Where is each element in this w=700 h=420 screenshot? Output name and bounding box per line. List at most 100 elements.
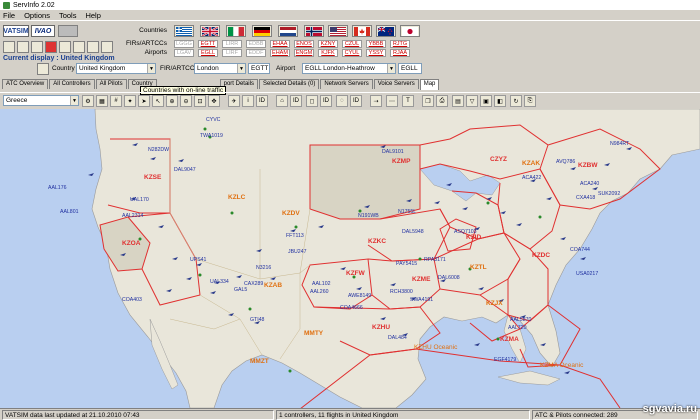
text-toggle-icon[interactable]: T — [402, 95, 414, 107]
map-view[interactable]: KZSE KZLC KZDV KZMP CZYZ KZBW KZOA KZAB … — [0, 109, 700, 408]
map-select-icon[interactable]: ↖ — [152, 95, 164, 107]
airport-code-button[interactable]: CYUL — [342, 49, 362, 57]
id-label-toggle-icon[interactable]: ID — [256, 95, 268, 107]
airport-code-button[interactable]: ENGM — [294, 49, 314, 57]
airport-code-button[interactable]: LGAV — [174, 49, 194, 57]
aircraft-id-toggle-icon[interactable]: i — [242, 95, 254, 107]
airport-code-button[interactable]: EDDF — [246, 49, 266, 57]
fir-code-button[interactable]: EDBB — [246, 40, 266, 48]
airport-code-button[interactable]: RJAA — [390, 49, 410, 57]
fir-code-button[interactable]: ENOS — [294, 40, 314, 48]
country-select[interactable]: United Kingdom ▼ — [76, 63, 156, 74]
flag-germany-button[interactable] — [252, 25, 272, 37]
fir-code-field[interactable]: EGTT — [248, 63, 270, 74]
tab-all-controllers[interactable]: All Controllers — [49, 79, 95, 89]
download-icon[interactable] — [17, 41, 29, 53]
kzmp-area — [310, 145, 420, 219]
map-print-icon[interactable]: ⎙ — [436, 95, 448, 107]
airport-code-button[interactable]: EHAM — [270, 49, 290, 57]
airport-code-button[interactable]: KJFK — [318, 49, 338, 57]
flag-usa-button[interactable] — [328, 25, 348, 37]
map-export-icon[interactable]: ⎘ — [524, 95, 536, 107]
aircraft-toggle-icon[interactable]: ✈ — [228, 95, 240, 107]
tab-all-pilots[interactable]: All Pilots — [95, 79, 127, 89]
menu-file[interactable]: File — [3, 11, 15, 20]
fir-code-button[interactable]: LIRR — [222, 40, 242, 48]
tab-voice-servers[interactable]: Voice Servers — [373, 79, 419, 89]
oceanic-label-kzma: KZMA Oceanic — [540, 362, 584, 369]
print-icon[interactable] — [87, 41, 99, 53]
tab-selected-details[interactable]: Selected Details (0) — [258, 79, 320, 89]
toolbar-top: VATSIM IVAO Countries FIRs/ARTCCs Airpor… — [0, 21, 700, 59]
airport-select-value: EGLL London-Heathrow — [305, 65, 375, 72]
airport-code-button[interactable]: LIRF — [222, 49, 242, 57]
tab-map[interactable]: Map — [419, 79, 440, 90]
airport-code-button[interactable]: YSSY — [366, 49, 386, 57]
fir-code-button[interactable]: CZUL — [342, 40, 362, 48]
map-pin-icon[interactable]: ✦ — [124, 95, 136, 107]
zoom-in-icon[interactable]: ⊕ — [166, 95, 178, 107]
chevron-down-icon[interactable]: ▼ — [147, 64, 155, 73]
menu-tools[interactable]: Tools — [59, 11, 77, 20]
flag-greece-button[interactable] — [174, 25, 194, 37]
zoom-out-icon[interactable]: ⊖ — [180, 95, 192, 107]
flag-italy-button[interactable] — [226, 25, 246, 37]
filter-icon[interactable] — [59, 41, 71, 53]
fir-select[interactable]: London ▼ — [194, 63, 246, 74]
flag-new-zealand-button[interactable] — [376, 25, 396, 37]
flag-norway-button[interactable] — [304, 25, 324, 37]
tab-atc-overview[interactable]: ATC Overview — [2, 79, 49, 89]
zoom-area-icon[interactable]: ⊡ — [194, 95, 206, 107]
map-filter-icon[interactable]: ▽ — [466, 95, 478, 107]
airport-code-button[interactable]: EGLL — [198, 49, 218, 57]
fir-code-button[interactable]: YBBB — [366, 40, 386, 48]
fir-code-button[interactable]: KZNY — [318, 40, 338, 48]
cuba — [497, 370, 561, 386]
map-fill-icon[interactable]: ▤ — [452, 95, 464, 107]
menu-options[interactable]: Options — [24, 11, 50, 20]
stop-icon[interactable] — [45, 41, 57, 53]
map-color-icon[interactable]: ▣ — [480, 95, 492, 107]
refresh-icon[interactable] — [3, 41, 15, 53]
map-region-select[interactable]: Greece ▼ — [3, 95, 79, 106]
vatsim-logo-button[interactable]: VATSIM — [3, 25, 29, 37]
flag-canada-button[interactable] — [352, 25, 372, 37]
route-toggle-icon[interactable]: ⇢ — [370, 95, 382, 107]
fir-border-toggle-icon[interactable]: ◻ — [306, 95, 318, 107]
status-bar: VATSIM data last updated at 21.10.2010 0… — [0, 408, 700, 420]
map-refresh-icon[interactable]: ↻ — [510, 95, 522, 107]
atc-id-toggle-icon[interactable]: ID — [290, 95, 302, 107]
map-pointer-icon[interactable]: ➤ — [138, 95, 150, 107]
fir-code-button[interactable]: EGTT — [198, 40, 218, 48]
flag-japan-button[interactable] — [400, 25, 420, 37]
map-settings-icon[interactable]: ⚙ — [82, 95, 94, 107]
fir-code-button[interactable]: RJTG — [390, 40, 410, 48]
map-layers-icon[interactable]: ▦ — [96, 95, 108, 107]
tab-network-servers[interactable]: Network Servers — [320, 79, 373, 89]
fir-code-button[interactable]: EHAA — [270, 40, 290, 48]
map-copy-icon[interactable]: ❐ — [422, 95, 434, 107]
airport-code-field[interactable]: EGLL — [398, 63, 422, 74]
chevron-down-icon[interactable]: ▼ — [237, 64, 245, 73]
map-grid-icon[interactable]: # — [110, 95, 122, 107]
flag-uk-button[interactable] — [200, 25, 220, 37]
chevron-down-icon[interactable]: ▼ — [70, 96, 78, 105]
map-labels-icon[interactable]: ◧ — [494, 95, 506, 107]
atc-toggle-icon[interactable]: ⌂ — [276, 95, 288, 107]
country-info-button[interactable] — [37, 63, 49, 75]
ivao-logo-button[interactable]: IVAO — [31, 25, 55, 37]
menu-help[interactable]: Help — [85, 11, 100, 20]
callsign-label: CXA418 — [576, 195, 595, 201]
pan-icon[interactable]: ✥ — [208, 95, 220, 107]
fir-id-toggle-icon[interactable]: ID — [320, 95, 332, 107]
airport-select[interactable]: EGLL London-Heathrow ▼ — [302, 63, 396, 74]
search-icon[interactable] — [73, 41, 85, 53]
network-switch-button[interactable] — [58, 25, 78, 37]
fir-code-button[interactable]: LGGG — [174, 40, 194, 48]
airport-toggle-icon[interactable]: ◌ — [336, 95, 348, 107]
chevron-down-icon[interactable]: ▼ — [387, 64, 395, 73]
settings-icon[interactable] — [31, 41, 43, 53]
track-toggle-icon[interactable]: ⋯ — [386, 95, 398, 107]
flag-netherlands-button[interactable] — [278, 25, 298, 37]
airport-id-toggle-icon[interactable]: ID — [350, 95, 362, 107]
